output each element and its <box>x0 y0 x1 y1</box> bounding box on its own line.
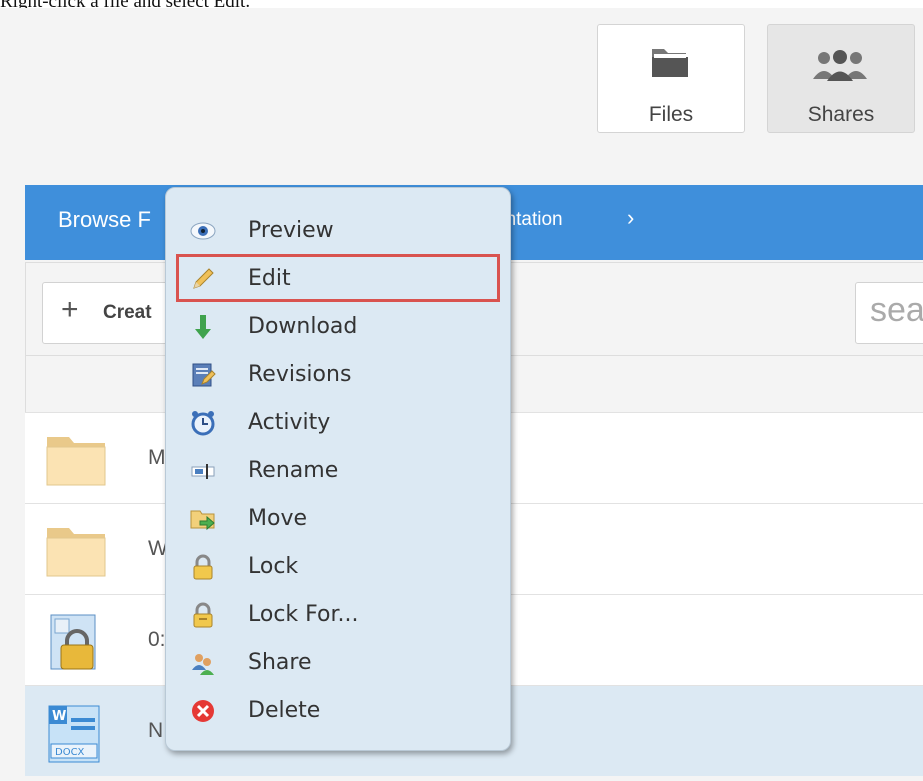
lock-timed-icon <box>190 602 216 628</box>
download-arrow-icon <box>190 314 216 340</box>
svg-text:W: W <box>52 709 66 724</box>
folder-icon <box>650 45 690 84</box>
highlight-box <box>176 254 500 302</box>
menu-item-activity[interactable]: Activity <box>166 398 510 446</box>
folder-icon <box>45 431 107 494</box>
menu-item-label: Lock <box>248 554 299 579</box>
menu-item-label: Preview <box>248 218 334 243</box>
menu-item-label: Share <box>248 650 312 675</box>
menu-item-revisions[interactable]: Revisions <box>166 350 510 398</box>
context-menu: Preview Edit Download Revisions Activity… <box>165 187 511 751</box>
users-group-icon <box>810 49 870 88</box>
menu-item-lock-for[interactable]: Lock For... <box>166 590 510 638</box>
breadcrumb-root[interactable]: Browse F <box>58 207 151 233</box>
menu-item-rename[interactable]: Rename <box>166 446 510 494</box>
docx-file-icon: W DOCX <box>45 704 107 771</box>
menu-item-edit[interactable]: Edit <box>166 254 510 302</box>
menu-item-label: Lock For... <box>248 602 359 627</box>
menu-item-label: Revisions <box>248 362 352 387</box>
rename-icon <box>190 458 216 484</box>
menu-item-label: Move <box>248 506 307 531</box>
menu-item-label: Activity <box>248 410 331 435</box>
menu-item-share[interactable]: Share <box>166 638 510 686</box>
svg-text:DOCX: DOCX <box>55 747 85 758</box>
menu-item-download[interactable]: Download <box>166 302 510 350</box>
menu-item-label: Rename <box>248 458 339 483</box>
eye-icon <box>190 218 216 244</box>
menu-item-delete[interactable]: Delete <box>166 686 510 734</box>
search-input[interactable]: sea <box>855 282 923 344</box>
locked-file-icon <box>45 613 107 680</box>
menu-item-label: Edit <box>248 266 291 291</box>
folder-icon <box>45 522 107 585</box>
search-placeholder: sea <box>870 291 923 329</box>
create-button-label: Creat <box>103 302 152 323</box>
menu-item-label: Download <box>248 314 358 339</box>
file-name: N <box>148 719 164 742</box>
menu-item-preview[interactable]: Preview <box>166 206 510 254</box>
menu-item-label: Delete <box>248 698 321 723</box>
move-folder-icon <box>190 506 216 532</box>
chevron-right-icon: › <box>627 205 635 230</box>
revisions-icon <box>190 362 216 388</box>
share-users-icon <box>190 650 216 676</box>
shares-tab[interactable]: Shares <box>767 24 915 133</box>
shares-tab-label: Shares <box>807 103 875 126</box>
file-name: M <box>148 446 166 469</box>
delete-icon <box>190 698 216 724</box>
files-tab-label: Files <box>648 103 694 126</box>
alarm-clock-icon <box>190 410 216 436</box>
plus-icon: + <box>61 293 79 326</box>
lock-icon <box>190 554 216 580</box>
menu-item-move[interactable]: Move <box>166 494 510 542</box>
menu-item-lock[interactable]: Lock <box>166 542 510 590</box>
pencil-icon <box>190 266 216 292</box>
files-tab[interactable]: Files <box>597 24 745 133</box>
file-name: 0: <box>148 628 166 651</box>
